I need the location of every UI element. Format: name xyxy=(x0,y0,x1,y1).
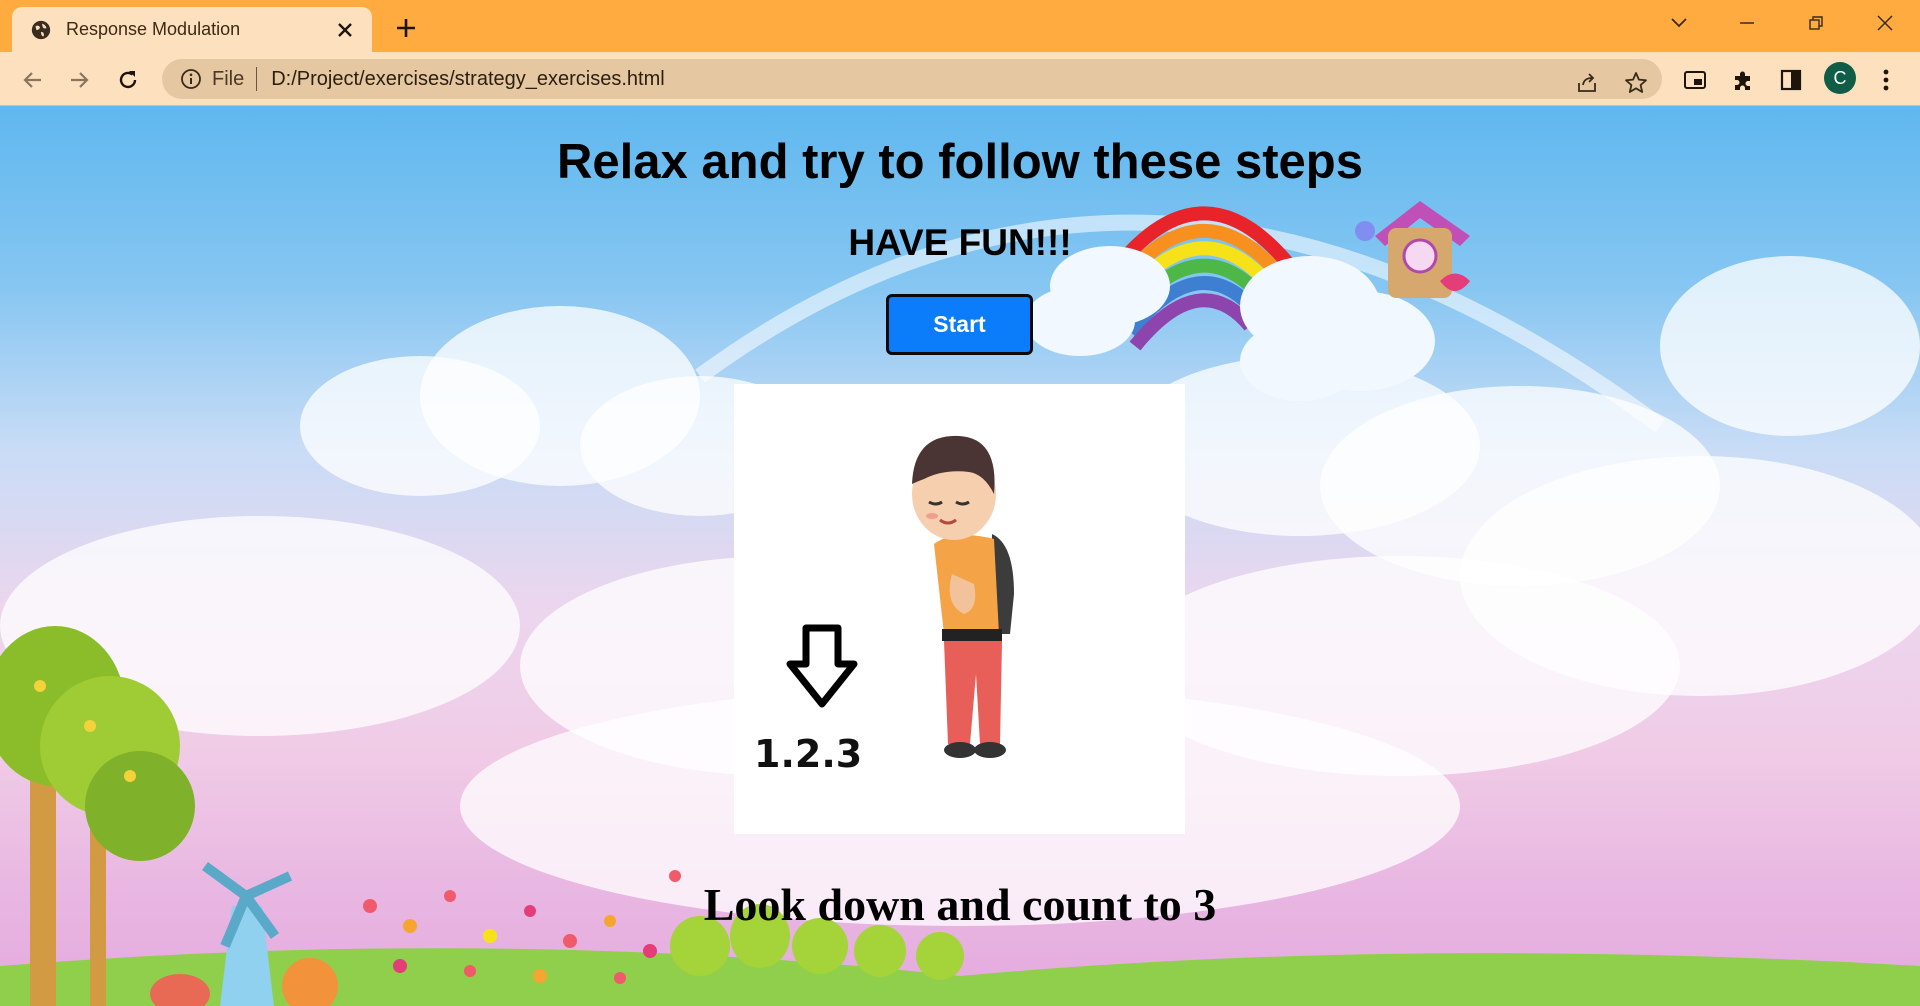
profile-avatar[interactable]: C xyxy=(1824,62,1856,94)
share-button[interactable] xyxy=(1572,68,1602,98)
back-button[interactable] xyxy=(15,63,49,97)
browser-tab[interactable]: Response Modulation xyxy=(12,7,372,52)
step-illustration-card: 1.2.3 xyxy=(734,384,1185,834)
tab-search-button[interactable] xyxy=(1660,8,1698,38)
count-label: 1.2.3 xyxy=(754,732,863,776)
tab-title: Response Modulation xyxy=(66,19,241,39)
boy-illustration xyxy=(912,435,1014,758)
url-text[interactable]: D:/Project/exercises/strategy_exercises.… xyxy=(271,68,664,91)
start-button[interactable]: Start xyxy=(886,294,1033,355)
picture-in-picture-button[interactable] xyxy=(1679,64,1711,96)
page-subtitle: HAVE FUN!!! xyxy=(848,222,1072,263)
url-scheme-label: File xyxy=(212,67,245,90)
forward-button[interactable] xyxy=(63,63,97,97)
browser-toolbar: File D:/Project/exercises/strategy_exerc… xyxy=(0,52,1920,106)
info-icon[interactable] xyxy=(180,68,202,90)
side-panel-button[interactable] xyxy=(1775,64,1807,96)
instruction-text: Look down and count to 3 xyxy=(703,879,1217,930)
restore-button[interactable] xyxy=(1797,8,1835,38)
plus-icon xyxy=(397,19,415,37)
minimize-icon xyxy=(1740,22,1754,24)
share-icon xyxy=(1578,73,1596,92)
window-close-icon xyxy=(1877,15,1893,31)
page-viewport: Relax and try to follow these steps HAVE… xyxy=(0,106,1920,1006)
minimize-button[interactable] xyxy=(1728,8,1766,38)
globe-icon xyxy=(31,20,51,39)
bookmark-button[interactable] xyxy=(1621,68,1651,98)
reload-button[interactable] xyxy=(111,63,145,97)
address-bar[interactable]: File D:/Project/exercises/strategy_exerc… xyxy=(162,59,1662,99)
close-icon[interactable] xyxy=(332,17,358,43)
extensions-button[interactable] xyxy=(1727,64,1759,96)
reload-icon xyxy=(119,71,137,89)
window-close-button[interactable] xyxy=(1866,8,1904,38)
side-panel-icon xyxy=(1780,69,1802,91)
kebab-menu-icon xyxy=(1883,69,1889,91)
star-icon xyxy=(1625,72,1647,93)
forward-arrow-icon xyxy=(71,72,89,88)
down-arrow-icon xyxy=(786,624,858,708)
puzzle-icon xyxy=(1735,71,1750,90)
new-tab-button[interactable] xyxy=(390,12,422,44)
chevron-down-icon xyxy=(1671,18,1687,28)
page-title: Relax and try to follow these steps xyxy=(557,135,1363,189)
picture-in-picture-icon xyxy=(1684,71,1706,89)
browser-tab-strip: Response Modulation xyxy=(0,0,1920,52)
restore-icon xyxy=(1809,16,1823,30)
omnibox-separator xyxy=(256,67,258,91)
back-arrow-icon xyxy=(23,72,41,88)
browser-menu-button[interactable] xyxy=(1870,64,1902,96)
